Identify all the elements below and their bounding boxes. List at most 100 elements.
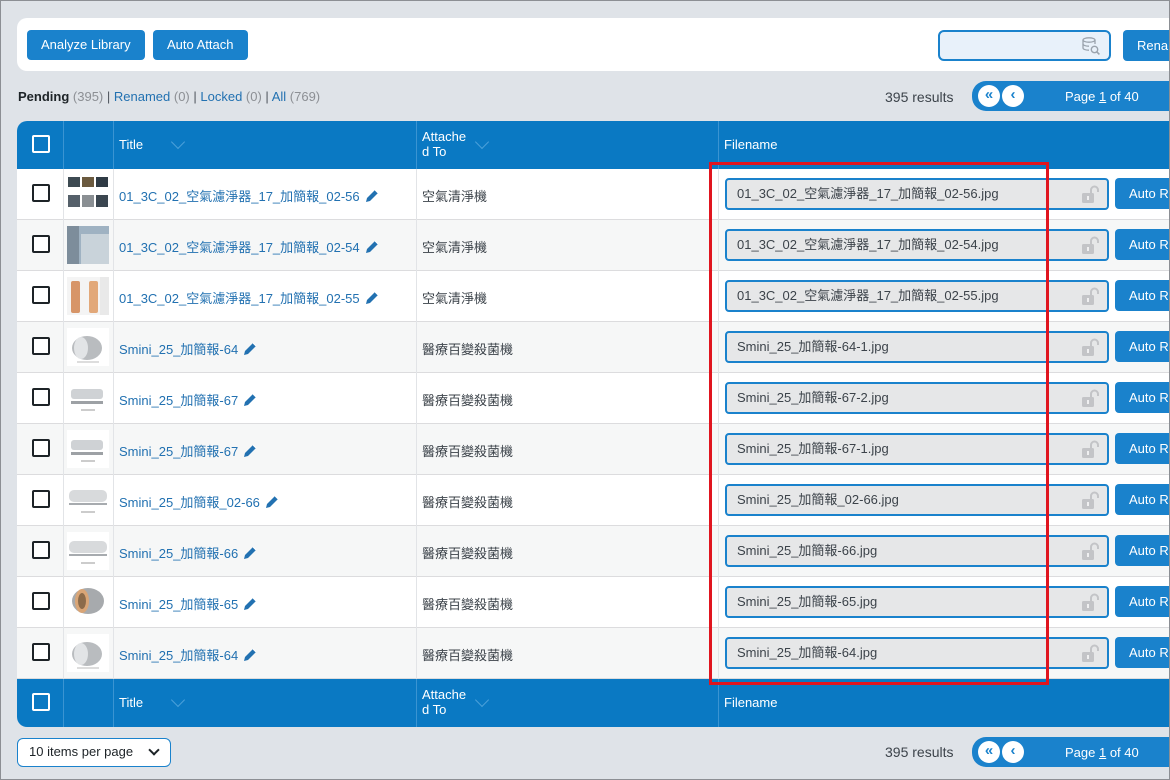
auto-rename-button[interactable]: Auto R — [1115, 433, 1169, 464]
sort-chevron-icon[interactable] — [170, 692, 186, 708]
filename-input[interactable]: Smini_25_加簡報-64-1.jpg — [725, 331, 1109, 363]
thumbnail-image[interactable] — [67, 226, 109, 264]
auto-rename-button[interactable]: Auto R — [1115, 178, 1169, 209]
pencil-edit-icon[interactable] — [242, 443, 258, 459]
lock-icon[interactable] — [1079, 643, 1101, 665]
sort-chevron-icon[interactable] — [170, 134, 186, 150]
prev-page-button[interactable]: ‹ — [1002, 85, 1024, 107]
filename-input[interactable]: 01_3C_02_空氣濾淨器_17_加簡報_02-56.jpg — [725, 178, 1109, 210]
first-page-button[interactable]: « — [978, 85, 1000, 107]
auto-rename-button[interactable]: Auto R — [1115, 637, 1169, 668]
auto-rename-button[interactable]: Auto R — [1115, 586, 1169, 617]
row-checkbox[interactable] — [32, 592, 50, 610]
analyze-library-button[interactable]: Analyze Library — [27, 30, 145, 60]
column-title-header[interactable]: Title — [119, 137, 143, 152]
lock-icon[interactable] — [1079, 388, 1101, 410]
filename-input[interactable]: Smini_25_加簡報-66.jpg — [725, 535, 1109, 567]
row-checkbox[interactable] — [32, 235, 50, 253]
select-all-checkbox[interactable] — [32, 693, 50, 711]
row-title-link[interactable]: 01_3C_02_空氣濾淨器_17_加簡報_02-56 — [119, 186, 380, 205]
items-per-page-select[interactable]: 10 items per page — [17, 738, 171, 767]
lock-icon[interactable] — [1079, 337, 1101, 359]
pencil-edit-icon[interactable] — [364, 239, 380, 255]
prev-page-button[interactable]: ‹ — [1002, 741, 1024, 763]
filter-renamed-link[interactable]: Renamed — [114, 89, 170, 104]
row-checkbox[interactable] — [32, 541, 50, 559]
auto-attach-button[interactable]: Auto Attach — [153, 30, 248, 60]
row-title-link[interactable]: Smini_25_加簡報-64 — [119, 645, 258, 664]
pencil-edit-icon[interactable] — [242, 647, 258, 663]
items-per-page-label: 10 items per page — [29, 744, 134, 759]
auto-rename-button[interactable]: Auto R — [1115, 331, 1169, 362]
thumbnail-image[interactable] — [67, 430, 109, 468]
pencil-edit-icon[interactable] — [364, 290, 380, 306]
column-divider — [416, 628, 417, 679]
lock-icon[interactable] — [1079, 490, 1101, 512]
auto-rename-button[interactable]: Auto R — [1115, 229, 1169, 260]
filename-input[interactable]: Smini_25_加簡報_02-66.jpg — [725, 484, 1109, 516]
table-row: Smini_25_加簡報-67 醫療百變殺菌機 Smini_25_加簡報-67-2.… — [17, 373, 1169, 424]
lock-icon[interactable] — [1079, 235, 1101, 257]
auto-rename-button[interactable]: Auto R — [1115, 382, 1169, 413]
filename-input[interactable]: Smini_25_加簡報-67-1.jpg — [725, 433, 1109, 465]
thumbnail-image[interactable] — [67, 328, 109, 366]
pencil-edit-icon[interactable] — [242, 341, 258, 357]
row-checkbox[interactable] — [32, 388, 50, 406]
row-title-link[interactable]: 01_3C_02_空氣濾淨器_17_加簡報_02-55 — [119, 288, 380, 307]
lock-icon[interactable] — [1079, 439, 1101, 461]
row-title-link[interactable]: Smini_25_加簡報-65 — [119, 594, 258, 613]
column-attached-footer[interactable]: Attache d To — [422, 687, 466, 717]
filter-locked-link[interactable]: Locked — [200, 89, 242, 104]
row-checkbox[interactable] — [32, 184, 50, 202]
rename-button[interactable]: Rena — [1123, 30, 1169, 61]
row-title-link[interactable]: Smini_25_加簡報_02-66 — [119, 492, 280, 511]
row-checkbox[interactable] — [32, 286, 50, 304]
pencil-edit-icon[interactable] — [242, 545, 258, 561]
thumbnail-image[interactable] — [67, 175, 109, 213]
lock-icon[interactable] — [1079, 592, 1101, 614]
thumbnail-image[interactable] — [67, 634, 109, 672]
lock-icon[interactable] — [1079, 286, 1101, 308]
column-attached-header[interactable]: Attache d To — [422, 129, 466, 159]
row-checkbox[interactable] — [32, 337, 50, 355]
row-title-link[interactable]: Smini_25_加簡報-67 — [119, 390, 258, 409]
filename-input[interactable]: 01_3C_02_空氣濾淨器_17_加簡報_02-54.jpg — [725, 229, 1109, 261]
row-title-link[interactable]: Smini_25_加簡報-67 — [119, 441, 258, 460]
first-page-button[interactable]: « — [978, 741, 1000, 763]
auto-rename-button[interactable]: Auto R — [1115, 535, 1169, 566]
filter-pending[interactable]: Pending — [18, 89, 69, 104]
pencil-edit-icon[interactable] — [264, 494, 280, 510]
auto-rename-button[interactable]: Auto R — [1115, 280, 1169, 311]
thumbnail-image[interactable] — [67, 379, 109, 417]
lock-icon[interactable] — [1079, 184, 1101, 206]
search-input[interactable] — [938, 30, 1111, 61]
row-title-link[interactable]: 01_3C_02_空氣濾淨器_17_加簡報_02-54 — [119, 237, 380, 256]
row-checkbox[interactable] — [32, 643, 50, 661]
row-title-link[interactable]: Smini_25_加簡報-66 — [119, 543, 258, 562]
pencil-edit-icon[interactable] — [242, 596, 258, 612]
filename-input[interactable]: Smini_25_加簡報-64.jpg — [725, 637, 1109, 669]
pencil-edit-icon[interactable] — [364, 188, 380, 204]
column-divider — [63, 271, 64, 322]
thumbnail-image[interactable] — [67, 481, 109, 519]
row-checkbox[interactable] — [32, 490, 50, 508]
thumbnail-image[interactable] — [67, 532, 109, 570]
column-attached-line1: Attache — [422, 687, 467, 702]
database-search-icon[interactable] — [1081, 36, 1101, 56]
select-all-checkbox[interactable] — [32, 135, 50, 153]
thumbnail-image[interactable] — [67, 277, 109, 315]
sort-chevron-icon[interactable] — [474, 134, 490, 150]
row-checkbox[interactable] — [32, 439, 50, 457]
filter-all-link[interactable]: All — [272, 89, 286, 104]
column-divider — [63, 628, 64, 679]
sort-chevron-icon[interactable] — [474, 692, 490, 708]
thumbnail-image[interactable] — [67, 583, 109, 621]
auto-rename-button[interactable]: Auto R — [1115, 484, 1169, 515]
filename-input[interactable]: 01_3C_02_空氣濾淨器_17_加簡報_02-55.jpg — [725, 280, 1109, 312]
column-title-footer[interactable]: Title — [119, 695, 143, 710]
pencil-edit-icon[interactable] — [242, 392, 258, 408]
filename-input[interactable]: Smini_25_加簡報-65.jpg — [725, 586, 1109, 618]
lock-icon[interactable] — [1079, 541, 1101, 563]
row-title-link[interactable]: Smini_25_加簡報-64 — [119, 339, 258, 358]
filename-input[interactable]: Smini_25_加簡報-67-2.jpg — [725, 382, 1109, 414]
